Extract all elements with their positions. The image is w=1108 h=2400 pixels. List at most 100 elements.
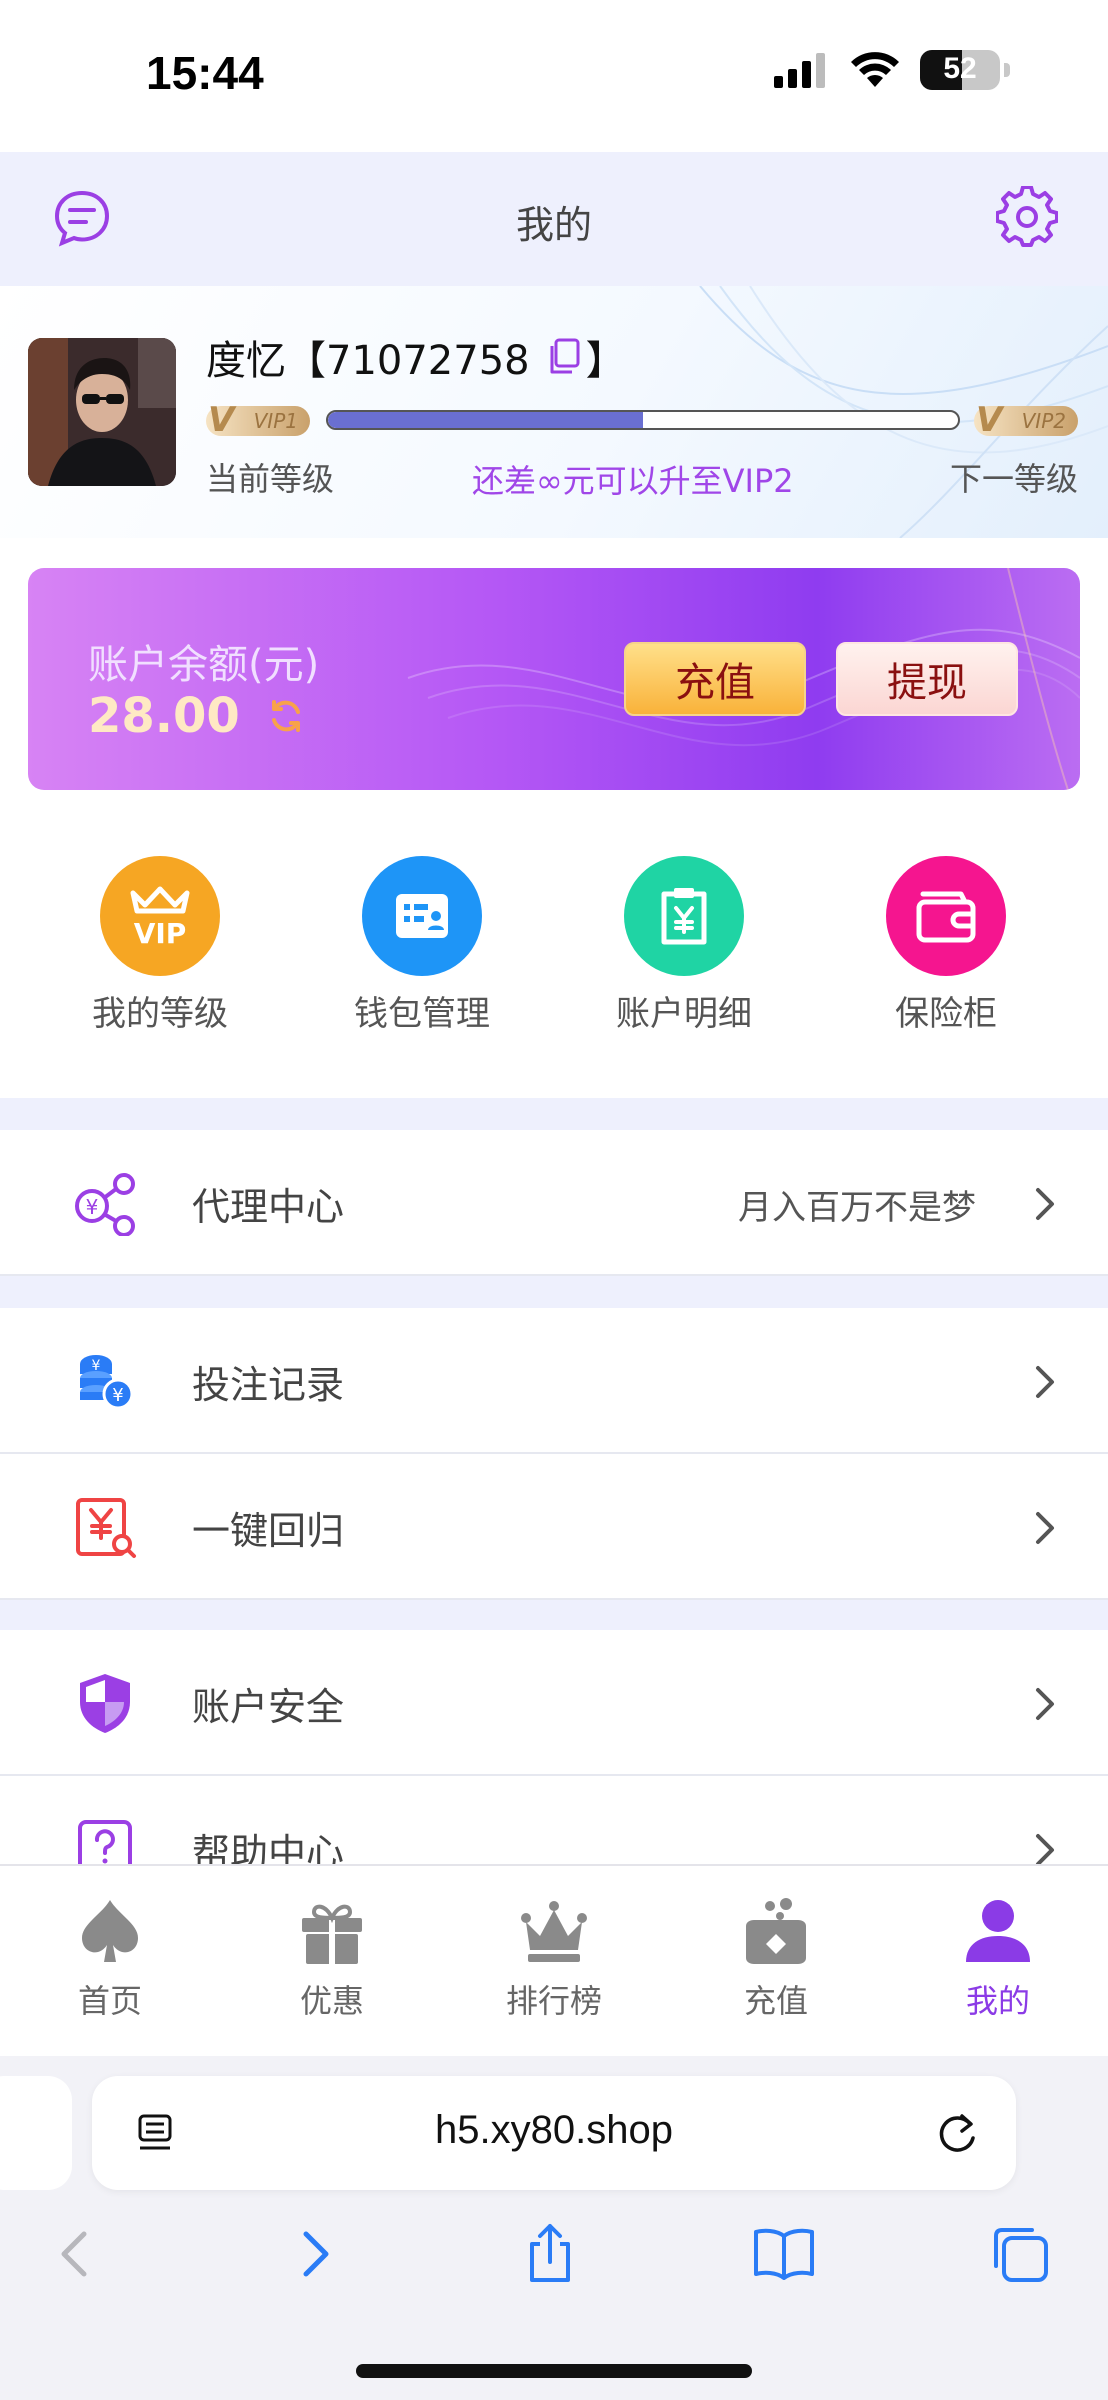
menu-item-label: 帮助中心 [192, 1831, 345, 1864]
recharge-icon [746, 1898, 806, 1964]
address-bar[interactable]: h5.xy80.shop [92, 2076, 1016, 2190]
svg-text:VIP: VIP [134, 917, 187, 950]
vip-crown-icon: VIP [100, 856, 220, 976]
back-icon[interactable] [44, 2222, 108, 2286]
quick-action-label: 我的等级 [92, 994, 228, 1034]
current-level-label: 当前等级 [206, 460, 335, 498]
svg-text:¥: ¥ [92, 1358, 101, 1374]
vip-progress-bar [326, 410, 960, 430]
battery-level: 52 [943, 52, 977, 85]
share-icon[interactable] [518, 2222, 582, 2286]
avatar[interactable] [28, 338, 176, 486]
vip-next-label: VIP2 [1021, 409, 1066, 433]
menu-item-help-center[interactable]: 帮助中心 [0, 1776, 1108, 1864]
menu-item-agent-center[interactable]: ¥ 代理中心 月入百万不是梦 [0, 1130, 1108, 1276]
spade-icon [82, 1900, 138, 1962]
balance-label: 账户余额(元) [88, 642, 320, 688]
coins-stack-icon: ¥ ¥ [80, 1355, 134, 1410]
chevron-right-icon [1036, 1834, 1054, 1864]
bookmarks-icon[interactable] [752, 2222, 816, 2286]
vip-v-icon: V [208, 400, 235, 440]
chevron-right-icon [1036, 1188, 1054, 1220]
tab-label: 首页 [77, 1982, 142, 2020]
next-level-label: 下一等级 [949, 460, 1078, 498]
vip-v-icon: V [976, 400, 1003, 440]
svg-text:¥: ¥ [86, 1195, 99, 1219]
vip-progress-fill [328, 412, 643, 428]
previous-tab-preview[interactable] [0, 2076, 72, 2190]
bottom-tab-bar: 首页 优惠 排行榜 充值 我的 [0, 1864, 1108, 2056]
menu-item-label: 账户安全 [192, 1685, 345, 1729]
section-divider [0, 1276, 1108, 1308]
quick-action-label: 账户明细 [616, 994, 752, 1034]
quick-action-account-details[interactable]: 账户明细 [564, 856, 804, 1035]
balance-card: 账户余额(元) 28.00 充值 提现 [28, 568, 1080, 790]
copy-icon[interactable] [546, 338, 582, 376]
chevron-right-icon [1036, 1688, 1054, 1720]
page-title: 我的 [515, 203, 592, 247]
menu-item-bet-records[interactable]: ¥ ¥ 投注记录 [0, 1308, 1108, 1454]
chevron-right-icon [1036, 1366, 1054, 1398]
tab-label: 充值 [743, 1982, 808, 2020]
vip-next-badge: V VIP2 [974, 400, 1078, 440]
menu-item-label: 代理中心 [192, 1185, 345, 1229]
withdraw-button[interactable]: 提现 [836, 642, 1018, 716]
cellular-signal-icon [774, 53, 825, 88]
chevron-right-icon [1036, 1512, 1054, 1544]
tab-label: 优惠 [299, 1982, 364, 2020]
tabs-icon[interactable] [988, 2222, 1052, 2286]
balance-amount-row: 28.00 [88, 688, 304, 744]
menu-item-one-click-return[interactable]: 一键回归 [0, 1454, 1108, 1600]
recharge-button[interactable]: 充值 [624, 642, 806, 716]
reload-icon[interactable] [934, 2110, 980, 2156]
section-divider [0, 1098, 1108, 1130]
agent-network-icon: ¥ [75, 1173, 135, 1236]
crown-icon [521, 1901, 587, 1962]
username: 度忆【71072758 】 [206, 328, 626, 386]
tab-mine[interactable]: 我的 [918, 1896, 1078, 2022]
quick-action-label: 钱包管理 [354, 994, 490, 1034]
app-header: 我的 [0, 152, 1108, 286]
vip-current-badge: V VIP1 [206, 400, 310, 440]
clipboard-yen-icon [624, 856, 744, 976]
battery-icon: 52 [920, 50, 1000, 90]
menu-item-label: 投注记录 [192, 1363, 345, 1407]
tab-home[interactable]: 首页 [30, 1896, 190, 2022]
refresh-icon[interactable] [268, 698, 304, 734]
username-text: 度忆【71072758 [206, 338, 530, 384]
tab-leaderboard[interactable]: 排行榜 [474, 1896, 634, 2022]
tab-recharge[interactable]: 充值 [696, 1896, 856, 2022]
svg-text:¥: ¥ [112, 1385, 123, 1406]
wifi-icon [851, 52, 899, 87]
gear-icon[interactable] [996, 186, 1058, 248]
battery-tip [1004, 63, 1010, 77]
safe-wallet-icon [886, 856, 1006, 976]
tab-label: 我的 [965, 1982, 1030, 2020]
quick-action-safe[interactable]: 保险柜 [826, 856, 1066, 1035]
avatar-portrait-icon [28, 338, 176, 486]
vip-current-label: VIP1 [253, 409, 298, 433]
help-question-icon [78, 1820, 132, 1864]
browser-toolbar: h5.xy80.shop [0, 2056, 1108, 2400]
quick-action-wallet[interactable]: 钱包管理 [302, 856, 542, 1035]
quick-action-label: 保险柜 [895, 994, 997, 1034]
tab-promotions[interactable]: 优惠 [252, 1896, 412, 2022]
profile-section: 度忆【71072758 】 V VIP1 V VIP2 当前等级 还差∞元可以升… [0, 286, 1108, 538]
username-bracket-close: 】 [585, 338, 626, 384]
status-icons: 52 [774, 50, 1010, 90]
forward-icon[interactable] [282, 2222, 346, 2286]
url-text: h5.xy80.shop [435, 2108, 673, 2152]
quick-action-my-level[interactable]: VIP 我的等级 [40, 856, 280, 1035]
section-divider [0, 1600, 1108, 1630]
upgrade-tip: 还差∞元可以升至VIP2 [472, 462, 794, 500]
status-time: 15:44 [146, 47, 264, 99]
yen-search-icon [76, 1498, 136, 1558]
tab-label: 排行榜 [505, 1982, 602, 2020]
menu-item-account-security[interactable]: 账户安全 [0, 1630, 1108, 1776]
menu-item-label: 一键回归 [192, 1509, 345, 1553]
shield-icon [80, 1674, 130, 1733]
status-bar: 15:44 52 [0, 0, 1108, 152]
home-indicator[interactable] [356, 2364, 752, 2378]
balance-amount: 28.00 [88, 688, 240, 744]
gift-icon [302, 1904, 362, 1964]
